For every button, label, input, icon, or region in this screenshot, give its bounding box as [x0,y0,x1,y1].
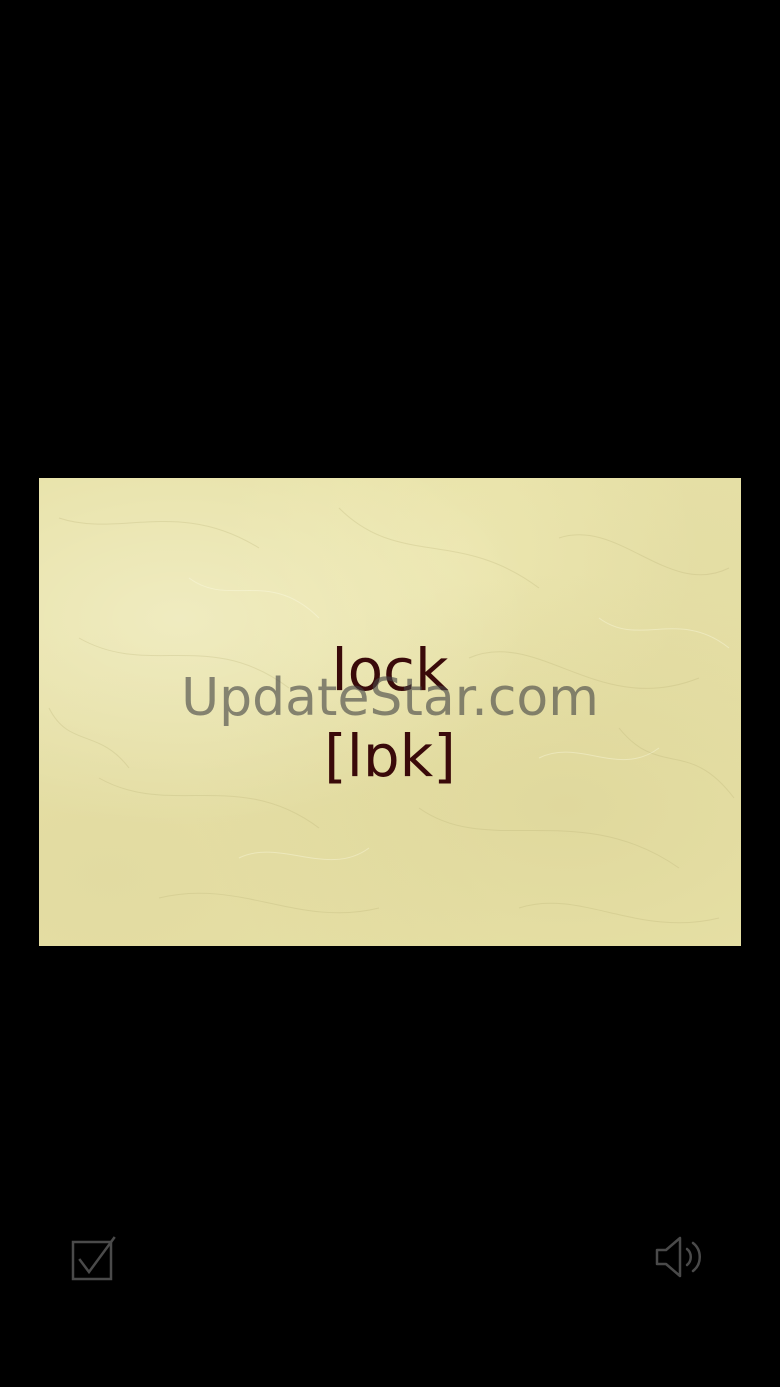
flashcard[interactable]: lock [lɒk] UpdateStar.com [39,478,741,946]
checkbox-checked-icon-graphic [71,1236,116,1281]
speaker-icon[interactable] [654,1234,704,1280]
flashcard-screen: lock [lɒk] UpdateStar.com [0,0,780,1387]
card-phonetic: [lɒk] [324,722,456,790]
watermark: UpdateStar.com [181,668,599,728]
checkbox-checked-icon[interactable] [70,1236,116,1282]
speaker-icon-graphic [655,1236,701,1278]
